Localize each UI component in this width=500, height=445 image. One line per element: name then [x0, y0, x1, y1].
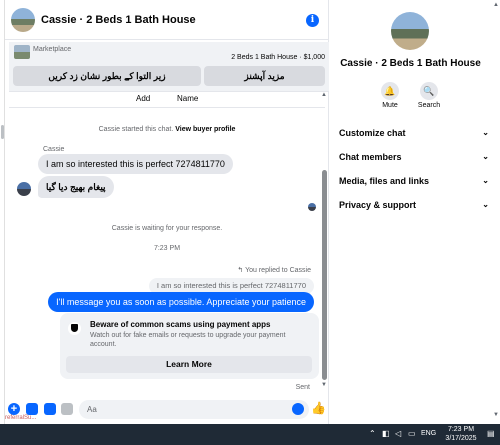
language-indicator[interactable]: ENG — [421, 430, 436, 437]
taskbar-clock[interactable]: 7:23 PM 3/17/2025 — [442, 425, 480, 443]
thumbs-up-icon[interactable]: 👍 — [311, 401, 326, 415]
gif-icon[interactable] — [61, 403, 73, 415]
scroll-down-arrow-icon[interactable]: ▼ — [321, 382, 327, 388]
details-scrollbar[interactable]: ▲ ▼ — [492, 0, 500, 424]
section-label: Media, files and links — [339, 176, 430, 186]
seen-avatar — [308, 203, 316, 211]
divider — [9, 107, 325, 108]
battery-icon[interactable]: ▭ — [408, 429, 416, 438]
scam-warning-title: Beware of common scams using payment app… — [90, 320, 271, 329]
chevron-down-icon: ⌄ — [482, 200, 489, 209]
outgoing-message[interactable]: I'll message you as soon as possible. Ap… — [48, 292, 314, 312]
chat-title[interactable]: Cassie · 2 Beds 1 Bath House — [41, 14, 196, 26]
search-label: Search — [417, 102, 441, 109]
privacy-support-section[interactable]: Privacy & support ⌄ — [339, 200, 489, 214]
volume-icon[interactable]: ◁ — [395, 429, 401, 438]
mute-label: Mute — [382, 102, 398, 109]
avatar[interactable] — [11, 8, 35, 32]
screen: Cassie · 2 Beds 1 Bath House i Marketpla… — [0, 0, 500, 445]
plus-icon[interactable]: + — [8, 403, 20, 415]
message-input-box[interactable] — [79, 400, 309, 419]
chat-header: Cassie · 2 Beds 1 Bath House i — [5, 0, 329, 40]
referral-text: referralSu... — [5, 415, 37, 421]
info-icon[interactable]: i — [306, 14, 319, 27]
emoji-icon[interactable] — [292, 403, 304, 415]
name-label: Name — [177, 94, 199, 103]
learn-more-button[interactable]: Learn More — [66, 356, 312, 373]
section-label: Customize chat — [339, 128, 406, 138]
search-button[interactable]: 🔍 Search — [417, 82, 441, 109]
marketplace-label: Marketplace — [33, 46, 72, 53]
search-icon: 🔍 — [420, 82, 438, 100]
image-icon[interactable] — [26, 403, 38, 415]
listing-title[interactable]: 2 Beds 1 Bath House · $1,000 — [231, 54, 325, 61]
shield-icon — [68, 322, 81, 335]
chat-started-text: Cassie started this chat. — [98, 126, 174, 133]
marketplace-banner: Marketplace 2 Beds 1 Bath House · $1,000… — [9, 42, 329, 92]
scroll-up-arrow-icon[interactable]: ▲ — [321, 92, 327, 98]
scrollbar-thumb[interactable] — [322, 170, 327, 380]
replied-label: ↰ You replied to Cassie — [237, 266, 311, 274]
left-edge-handle[interactable] — [1, 125, 4, 139]
media-files-links-section[interactable]: Media, files and links ⌄ — [339, 176, 489, 190]
scam-warning-card: Beware of common scams using payment app… — [60, 313, 319, 379]
chevron-down-icon: ⌄ — [482, 152, 489, 161]
scam-warning-body: Watch out for fake emails or requests to… — [90, 332, 286, 348]
incoming-message[interactable]: I am so interested this is perfect 72748… — [38, 154, 233, 174]
add-label: Add — [136, 94, 151, 103]
incoming-message[interactable]: پیغام بھیج دیا گیا — [38, 176, 114, 198]
message-composer: + 👍 — [5, 396, 329, 424]
avatar[interactable] — [17, 182, 31, 196]
notification-icon[interactable]: ▤ — [487, 429, 495, 438]
details-panel: Cassie · 2 Beds 1 Bath House 🔔 Mute 🔍 Se… — [330, 0, 500, 424]
chat-scrollbar[interactable]: ▲ ▼ — [320, 92, 328, 392]
avatar[interactable] — [391, 12, 429, 50]
chevron-down-icon: ⌄ — [482, 128, 489, 137]
chevron-down-icon: ⌄ — [482, 176, 489, 185]
section-label: Chat members — [339, 152, 402, 162]
mark-pending-button[interactable]: زیر التوا کے بطور نشان زد کریں — [13, 66, 201, 86]
scroll-up-arrow-icon[interactable]: ▲ — [493, 2, 499, 8]
chat-started-notice: Cassie started this chat. View buyer pro… — [5, 126, 329, 133]
sent-status: Sent — [295, 384, 310, 391]
replied-text: You replied to Cassie — [245, 267, 311, 274]
customize-chat-section[interactable]: Customize chat ⌄ — [339, 128, 489, 142]
chat-members-section[interactable]: Chat members ⌄ — [339, 152, 489, 166]
scroll-down-arrow-icon[interactable]: ▼ — [493, 412, 499, 418]
sticker-icon[interactable] — [44, 403, 56, 415]
clock-date: 3/17/2025 — [445, 435, 477, 442]
network-icon[interactable]: ◧ — [382, 429, 390, 438]
clock-time: 7:23 PM — [447, 426, 475, 433]
details-title: Cassie · 2 Beds 1 Bath House — [340, 58, 481, 69]
view-buyer-profile-link[interactable]: View buyer profile — [175, 126, 235, 133]
listing-thumbnail — [14, 45, 30, 59]
message-input[interactable] — [87, 402, 287, 417]
more-options-button[interactable]: مزید آپشنز — [204, 66, 325, 86]
bell-icon: 🔔 — [381, 82, 399, 100]
message-timestamp: 7:23 PM — [153, 245, 181, 252]
tray-expand-icon[interactable]: ⌃ — [369, 429, 376, 438]
waiting-notice: Cassie is waiting for your response. — [111, 225, 223, 232]
chat-window: Cassie · 2 Beds 1 Bath House i Marketpla… — [5, 0, 329, 424]
reply-icon: ↰ — [237, 267, 246, 274]
sender-name: Cassie — [43, 146, 65, 153]
windows-taskbar: ⌃ ◧ ◁ ▭ ENG 7:23 PM 3/17/2025 ▤ — [0, 424, 500, 445]
mute-button[interactable]: 🔔 Mute — [378, 82, 402, 109]
section-label: Privacy & support — [339, 200, 417, 210]
